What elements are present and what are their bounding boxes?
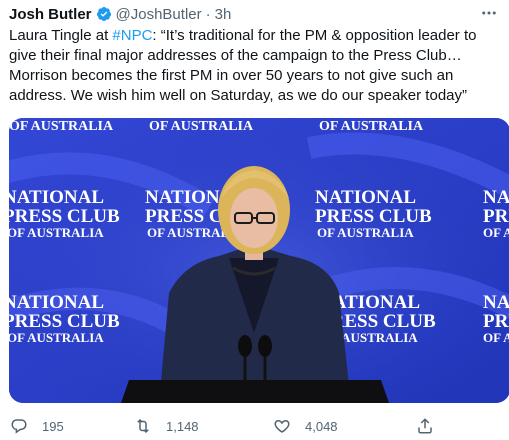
hashtag-link[interactable]: #NPC [112, 27, 152, 44]
svg-text:PRESS CLUB: PRESS CLUB [9, 311, 120, 332]
svg-text:NATIONAL: NATIONAL [315, 187, 416, 208]
tweet-header: Josh Butler @JoshButler · 3h [9, 4, 231, 24]
more-dots-icon [482, 11, 496, 15]
more-options-button[interactable] [479, 4, 499, 22]
svg-text:OF AUSTRALIA: OF AUSTRALIA [483, 330, 509, 345]
reply-icon [11, 419, 27, 434]
header-separator: · [205, 5, 211, 23]
svg-text:OF AUSTRALIA: OF AUSTRALIA [9, 225, 104, 240]
tweet-text-before: Laura Tingle at [9, 27, 113, 44]
tweet-timestamp[interactable]: 3h [215, 6, 232, 23]
logo-left-mid: NATIONAL PRESS CLUB OF AUSTRALIA [9, 187, 120, 240]
svg-text:PRESS CLUB: PRESS CLUB [483, 311, 509, 332]
svg-text:OF AUSTRALIA: OF AUSTRALIA [9, 119, 114, 134]
like-button[interactable]: 4,048 [273, 414, 338, 438]
svg-text:OF AUSTRALIA: OF AUSTRALIA [9, 330, 104, 345]
svg-text:OF AUSTRALIA: OF AUSTRALIA [149, 119, 254, 134]
logo-right-top: OF AUSTRALIA [319, 119, 424, 134]
press-club-photo: OF AUSTRALIA NATIONAL PRESS CLUB OF AUST… [9, 118, 509, 403]
tweet-card: Josh Butler @JoshButler · 3h Laura Tingl… [0, 0, 509, 440]
svg-text:OF AUSTRALIA: OF AUSTRALIA [483, 225, 509, 240]
share-button[interactable] [416, 414, 448, 438]
author-name[interactable]: Josh Butler [9, 6, 92, 23]
svg-text:PRESS CLUB: PRESS CLUB [315, 206, 432, 227]
verified-badge-icon [96, 7, 111, 21]
svg-text:NATIONAL: NATIONAL [483, 187, 509, 208]
svg-text:NATIONAL: NATIONAL [483, 292, 509, 313]
author-handle[interactable]: @JoshButler [116, 6, 202, 23]
tweet-media-image[interactable]: OF AUSTRALIA NATIONAL PRESS CLUB OF AUST… [9, 118, 509, 403]
tweet-text: Laura Tingle at #NPC: “It’s traditional … [9, 26, 501, 106]
svg-text:PRESS CLUB: PRESS CLUB [483, 206, 509, 227]
svg-text:NATIONAL: NATIONAL [9, 187, 104, 208]
svg-text:OF AUSTRALIA: OF AUSTRALIA [317, 225, 414, 240]
share-icon [418, 418, 432, 434]
svg-text:NATIONAL: NATIONAL [9, 292, 104, 313]
svg-text:OF AUSTRALIA: OF AUSTRALIA [319, 119, 424, 134]
logo-left-top: OF AUSTRALIA [9, 119, 114, 134]
reply-button[interactable]: 195 [10, 414, 64, 438]
retweet-icon [137, 418, 149, 434]
svg-text:PRESS CLUB: PRESS CLUB [9, 206, 120, 227]
retweet-count: 1,148 [166, 418, 199, 434]
logo-left-bottom: NATIONAL PRESS CLUB OF AUSTRALIA [9, 292, 120, 345]
retweet-button[interactable]: 1,148 [134, 414, 199, 438]
podium [121, 380, 389, 403]
logo-center-top: OF AUSTRALIA [149, 119, 254, 134]
reply-count: 195 [42, 418, 64, 434]
heart-icon [274, 419, 290, 433]
like-count: 4,048 [305, 418, 338, 434]
tweet-actions: 195 1,148 4,048 [0, 414, 509, 438]
